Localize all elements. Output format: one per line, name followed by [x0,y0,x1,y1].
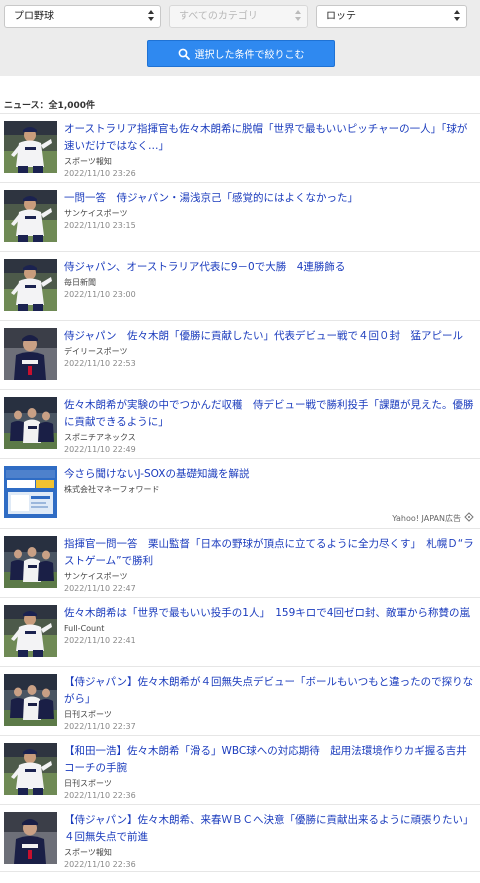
news-item[interactable]: オーストラリア指揮官も佐々木朗希に脱帽「世界で最もいいピッチャーの一人」「球が速… [0,114,480,183]
filter-selects: プロ野球 すべてのカテゴリ ロッテ [4,5,473,28]
news-title-link[interactable]: 侍ジャパン 佐々木朗「優勝に貢献したい」代表デビュー戦で４回０封 猛アピール [64,328,474,345]
news-date: 2022/11/10 22:49 [64,445,136,454]
news-date: 2022/11/10 22:36 [64,791,136,800]
news-title-link[interactable]: 今さら聞けないJ-SOXの基礎知識を解説 [64,466,474,483]
news-source: Full-Count [64,624,105,633]
news-count: ニュース：全1,000件 [4,101,96,111]
news-title-link[interactable]: 【侍ジャパン】佐々木朗希、来春ＷＢＣへ決意「優勝に貢献出来るように頑張りたい」４… [64,812,474,846]
news-thumbnail[interactable] [4,259,57,311]
ad-banner-image[interactable] [4,466,57,518]
news-item[interactable]: 一問一答 侍ジャパン・湯浅京己「感覚的にはよくなかった」サンケイスポーツ 2022… [0,183,480,252]
news-item[interactable]: 【侍ジャパン】佐々木朗希が４回無失点デビュー「ボールもいつもと違ったので探りなが… [0,667,480,736]
news-title-link[interactable]: 【和田一浩】佐々木朗希「滑る」WBC球への対応期待 起用法環境作りカギ握る吉井コ… [64,743,474,777]
news-date: 2022/11/10 22:53 [64,359,136,368]
news-date: 2022/11/10 22:41 [64,636,136,645]
ad-item[interactable]: 今さら聞けないJ-SOXの基礎知識を解説株式会社マネーフォワード Yahoo! J… [0,459,480,529]
news-item-body: 指揮官一問一答 栗山監督「日本の野球が頂点に立てるように全力尽くす」 札幌Ｄ“ラ… [64,536,474,597]
filter-bar: プロ野球 すべてのカテゴリ ロッテ 選択した条件で絞りこむ [0,0,480,76]
news-title-link[interactable]: 指揮官一問一答 栗山監督「日本の野球が頂点に立てるように全力尽くす」 札幌Ｄ“ラ… [64,536,474,570]
news-item-body: 侍ジャパン、オーストラリア代表に9－0で大勝 4連勝飾る毎日新聞 2022/11/… [64,259,474,320]
search-button-label: 選択した条件で絞りこむ [194,50,305,61]
news-source: サンケイスポーツ [64,209,128,218]
news-item-body: オーストラリア指揮官も佐々木朗希に脱帽「世界で最もいいピッチャーの一人」「球が速… [64,121,474,182]
team-select-value: ロッテ [326,11,356,22]
news-title-link[interactable]: 佐々木朗希は「世界で最もいい投手の1人」 159キロで4回ゼロ封、敵軍から称賛の… [64,605,474,622]
news-title-link[interactable]: 佐々木朗希が実験の中でつかんだ収穫 侍デビュー戦で勝利投手「課題が見えた。優勝に… [64,397,474,431]
news-source: スポニチアネックス [64,433,136,442]
article-list: オーストラリア指揮官も佐々木朗希に脱帽「世界で最もいいピッチャーの一人」「球が速… [0,113,480,872]
news-source: スポーツ報知 [64,157,112,166]
news-source: 日刊スポーツ [64,779,112,788]
news-item-body: 【侍ジャパン】佐々木朗希が４回無失点デビュー「ボールもいつもと違ったので探りなが… [64,674,474,735]
news-item[interactable]: 【和田一浩】佐々木朗希「滑る」WBC球への対応期待 起用法環境作りカギ握る吉井コ… [0,736,480,805]
news-item[interactable]: 佐々木朗希が実験の中でつかんだ収穫 侍デビュー戦で勝利投手「課題が見えた。優勝に… [0,390,480,459]
search-icon [178,48,190,60]
news-date: 2022/11/10 23:15 [64,221,136,230]
news-source: 株式会社マネーフォワード [64,485,160,494]
news-date: 2022/11/10 23:26 [64,169,136,178]
news-thumbnail[interactable] [4,605,57,657]
news-thumbnail[interactable] [4,190,57,242]
news-item-body: 佐々木朗希が実験の中でつかんだ収穫 侍デビュー戦で勝利投手「課題が見えた。優勝に… [64,397,474,458]
news-source: サンケイスポーツ [64,572,128,581]
news-item-body: 【和田一浩】佐々木朗希「滑る」WBC球への対応期待 起用法環境作りカギ握る吉井コ… [64,743,474,804]
news-title-link[interactable]: 【侍ジャパン】佐々木朗希が４回無失点デビュー「ボールもいつもと違ったので探りなが… [64,674,474,708]
news-thumbnail[interactable] [4,397,57,449]
news-thumbnail[interactable] [4,121,57,173]
news-item-body: 侍ジャパン 佐々木朗「優勝に貢献したい」代表デビュー戦で４回０封 猛アピールデイ… [64,328,474,389]
filter-search-button[interactable]: 選択した条件で絞りこむ [147,40,335,67]
news-source: 毎日新聞 [64,278,96,287]
select-arrows-icon [295,9,302,23]
news-item[interactable]: 佐々木朗希は「世界で最もいい投手の1人」 159キロで4回ゼロ封、敵軍から称賛の… [0,598,480,667]
news-item[interactable]: 【侍ジャパン】佐々木朗希、来春ＷＢＣへ決意「優勝に貢献出来るように頑張りたい」４… [0,805,480,872]
news-title-link[interactable]: 一問一答 侍ジャパン・湯浅京己「感覚的にはよくなかった」 [64,190,474,207]
news-item[interactable]: 侍ジャパン 佐々木朗「優勝に貢献したい」代表デビュー戦で４回０封 猛アピールデイ… [0,321,480,390]
ad-info-icon[interactable] [464,512,474,524]
news-item[interactable]: 侍ジャパン、オーストラリア代表に9－0で大勝 4連勝飾る毎日新聞 2022/11/… [0,252,480,321]
subcategory-select[interactable]: すべてのカテゴリ [169,5,308,28]
news-item-body: 佐々木朗希は「世界で最もいい投手の1人」 159キロで4回ゼロ封、敵軍から称賛の… [64,605,474,666]
news-source: 日刊スポーツ [64,710,112,719]
news-thumbnail[interactable] [4,812,57,864]
category-select-value: プロ野球 [14,11,54,22]
news-title-link[interactable]: 侍ジャパン、オーストラリア代表に9－0で大勝 4連勝飾る [64,259,474,276]
news-item-body: 一問一答 侍ジャパン・湯浅京己「感覚的にはよくなかった」サンケイスポーツ 2022… [64,190,474,251]
news-thumbnail[interactable] [4,743,57,795]
news-item-body: 【侍ジャパン】佐々木朗希、来春ＷＢＣへ決意「優勝に貢献出来るように頑張りたい」４… [64,812,474,871]
select-arrows-icon [148,9,155,23]
news-thumbnail[interactable] [4,674,57,726]
news-thumbnail[interactable] [4,328,57,380]
team-select[interactable]: ロッテ [316,5,467,28]
news-date: 2022/11/10 23:00 [64,290,136,299]
news-date: 2022/11/10 22:37 [64,722,136,731]
news-date: 2022/11/10 22:47 [64,584,136,593]
category-select[interactable]: プロ野球 [4,5,161,28]
news-source: デイリースポーツ [64,347,128,356]
news-thumbnail[interactable] [4,536,57,588]
news-item[interactable]: 指揮官一問一答 栗山監督「日本の野球が頂点に立てるように全力尽くす」 札幌Ｄ“ラ… [0,529,480,598]
ad-label-text: Yahoo! JAPAN広告 [392,513,461,523]
news-title-link[interactable]: オーストラリア指揮官も佐々木朗希に脱帽「世界で最もいいピッチャーの一人」「球が速… [64,121,474,155]
news-source: スポーツ報知 [64,848,112,857]
news-date: 2022/11/10 22:36 [64,860,136,869]
ad-label[interactable]: Yahoo! JAPAN広告 [392,512,474,524]
subcategory-select-value: すべてのカテゴリ [179,11,258,22]
select-arrows-icon [454,9,461,23]
